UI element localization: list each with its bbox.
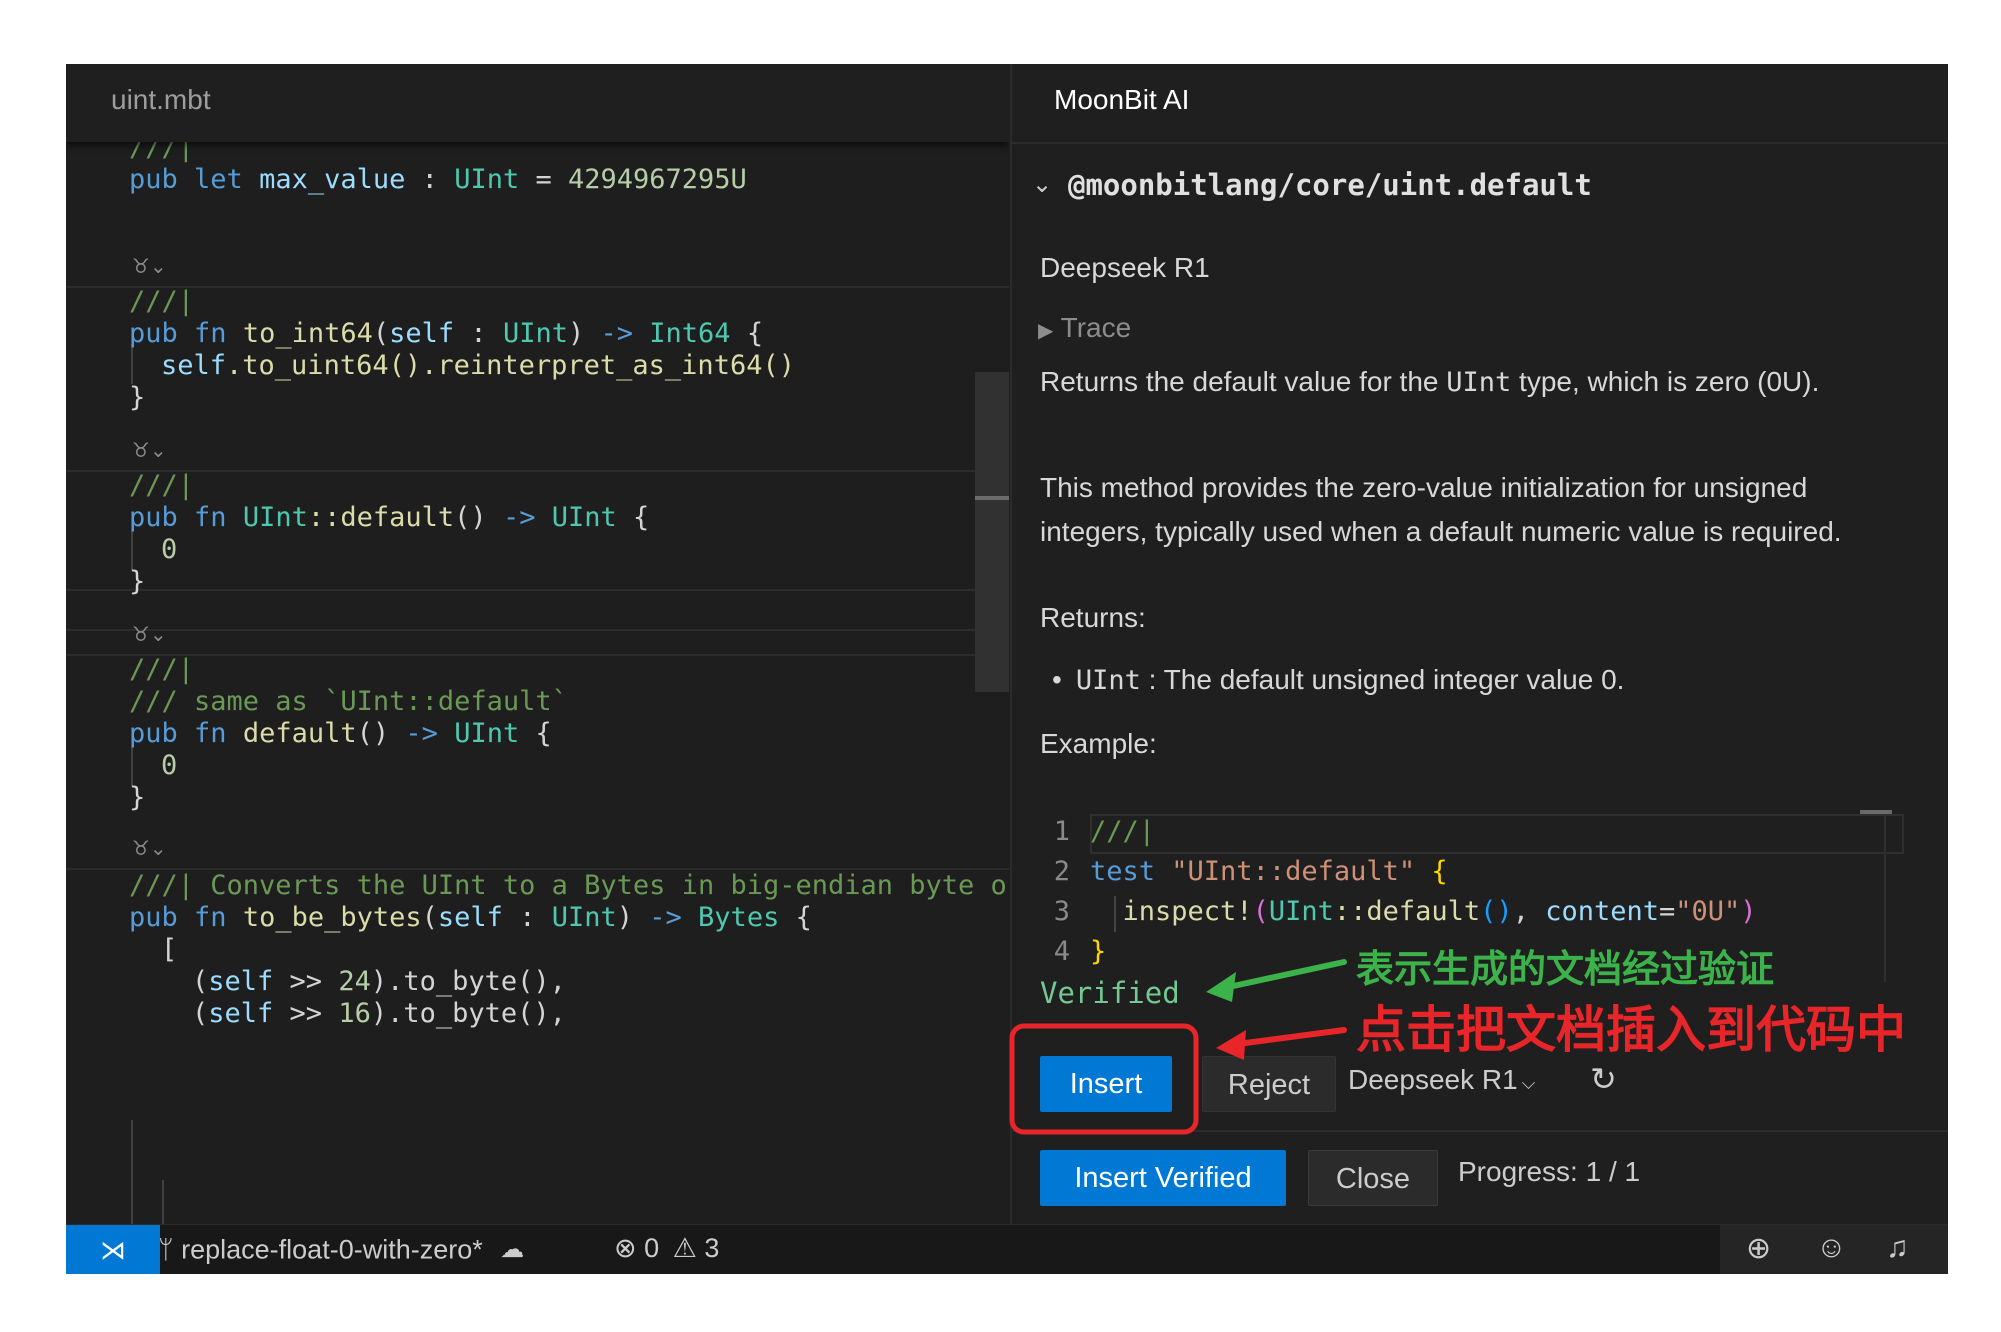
reject-button[interactable]: Reject [1202,1056,1336,1112]
code-line: } [129,782,146,813]
example-line: 2 test "UInt::default" { [1053,856,1448,887]
error-count: 0 [644,1233,660,1263]
code-line: [ [161,934,178,965]
moonbit-codelens-icon[interactable]: ♉︎⌄ [132,836,167,860]
scrollbar-position-marker [975,496,1009,500]
example-block-divider [1884,812,1886,982]
moonbit-codelens-icon[interactable]: ♉︎⌄ [132,622,167,646]
close-button[interactable]: Close [1308,1150,1438,1206]
chevron-down-icon: ⌵ [1521,1073,1536,1093]
doc-description: Returns the default value for the UInt t… [1040,366,1820,398]
editor-scrollbar[interactable] [975,372,1009,692]
code-line: } [129,566,146,597]
example-line: 3 inspect!(UInt::default(), content="0U"… [1053,896,1757,927]
code-line: (self >> 16).to_byte(), [192,998,566,1029]
cloud-sync-icon[interactable]: ☁︎ [500,1236,524,1263]
insert-verified-button[interactable]: Insert Verified [1040,1150,1286,1206]
current-line-highlight [66,589,1009,631]
zoom-in-icon[interactable]: ⊕ [1746,1231,1771,1266]
remote-indicator-button[interactable]: ⋊ [66,1225,160,1274]
annotation-verified-note: 表示生成的文档经过验证 [1356,947,1775,991]
copilot-icon[interactable]: ☺ [1816,1231,1847,1265]
branch-name: replace-float-0-with-zero* [181,1234,483,1265]
indent-guide [131,1120,133,1224]
progress-indicator: Progress: 1 / 1 [1458,1156,1641,1187]
remote-icon: ⋊ [100,1235,126,1265]
status-bar: ⋊ ᛘ replace-float-0-with-zero* ☁︎ ⊗ 0 ⚠ … [66,1224,1948,1274]
bullet-icon: • [1052,664,1062,695]
code-editor[interactable]: uint.mbt ///| pub let max_value : UInt =… [66,64,1009,1224]
panel-divider [1012,1130,1948,1132]
source-control-branch[interactable]: ᛘ replace-float-0-with-zero* ☁︎ [158,1233,524,1265]
code-line: self.to_uint64().reinterpret_as_int64() [161,350,795,381]
block-separator [66,470,1009,472]
warning-count: 3 [704,1233,720,1263]
panel-title: MoonBit AI [1054,84,1190,115]
verified-status: Verified [1040,976,1180,1010]
warning-icon: ⚠ [672,1233,697,1263]
trace-label: Trace [1060,312,1132,343]
error-icon: ⊗ [614,1233,637,1263]
returns-heading: Returns: [1040,602,1146,633]
example-line: 4} [1053,936,1107,967]
editor-tab-bar: uint.mbt [66,64,1009,142]
model-select-dropdown[interactable]: Deepseek R1 ⌵ [1348,1064,1535,1096]
notifications-bell-icon[interactable]: ♫ [1886,1231,1909,1265]
returns-item: • UInt : The default unsigned integer val… [1052,664,1625,696]
chevron-down-icon[interactable]: ⌄ [1032,170,1052,199]
code-line: pub fn to_be_bytes(self : UInt) -> Bytes… [129,902,812,933]
moonbit-codelens-icon[interactable]: ♉︎⌄ [132,438,167,462]
block-separator [66,654,1009,656]
code-line: } [129,382,146,413]
example-scroll-marker [1860,810,1892,814]
model-name: Deepseek R1 [1040,252,1210,283]
editor-tab-uint-mbt[interactable]: uint.mbt [111,84,211,116]
example-heading: Example: [1040,728,1157,759]
trace-toggle[interactable]: ▶ Trace [1038,312,1131,344]
package-path[interactable]: @moonbitlang/core/uint.default [1068,168,1592,202]
problems-indicator[interactable]: ⊗ 0 ⚠ 3 [614,1233,719,1264]
annotation-insert-note: 点击把文档插入到代码中 [1356,1001,1906,1059]
block-separator [66,286,1009,288]
moonbit-codelens-icon[interactable]: ♉︎⌄ [132,254,167,278]
code-line: pub let max_value : UInt = 4294967295U [129,164,747,195]
doc-description-detail: This method provides the zero-value init… [1040,472,1842,547]
panel-divider [1012,142,1948,144]
code-area[interactable]: ///| pub let max_value : UInt = 42949672… [66,132,1009,1224]
code-line: 0 [161,534,178,565]
code-line: pub fn default() -> UInt { [129,718,552,749]
example-current-line [1090,814,1904,854]
vscode-window: uint.mbt ///| pub let max_value : UInt =… [66,64,1948,1274]
model-select-value: Deepseek R1 [1348,1064,1518,1095]
code-line: pub fn UInt::default() -> UInt { [129,502,650,533]
insert-button[interactable]: Insert [1040,1056,1172,1112]
indent-guide [162,1180,164,1224]
example-line: 1///| [1053,816,1156,847]
git-branch-icon: ᛘ [158,1234,174,1265]
triangle-right-icon: ▶ [1038,320,1054,342]
code-line: 0 [161,750,178,781]
refresh-icon[interactable]: ↻ [1590,1060,1617,1098]
